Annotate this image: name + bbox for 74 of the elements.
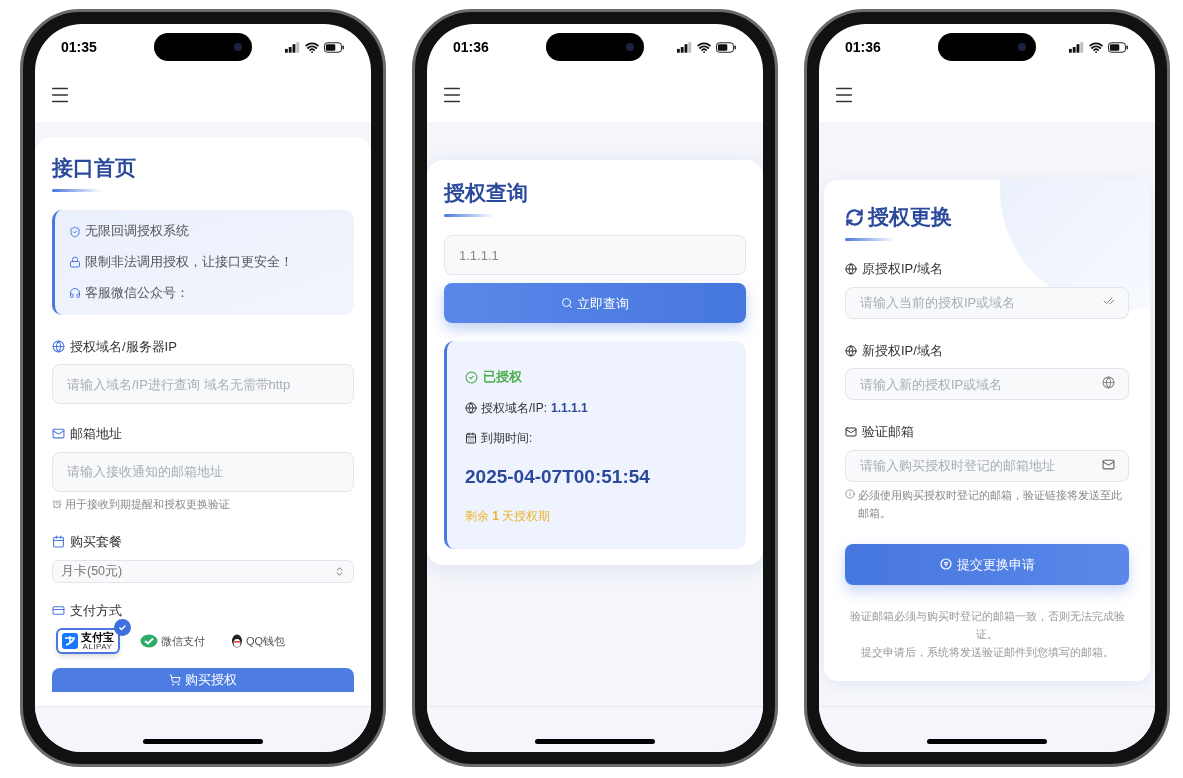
status-time: 01:36 xyxy=(453,37,490,57)
battery-icon xyxy=(1108,41,1129,53)
page-title: 授权更换 xyxy=(868,204,952,230)
title-underline xyxy=(52,189,102,193)
mail-icon xyxy=(1102,457,1115,471)
signal-icon xyxy=(285,41,301,53)
field-label: 购买套餐 xyxy=(70,533,122,551)
payment-option[interactable]: QQ钱包 xyxy=(225,628,292,654)
status-text: 已授权 xyxy=(483,368,522,387)
status-time: 01:36 xyxy=(845,37,882,57)
check-circle-icon xyxy=(465,370,478,384)
domain-label: 授权域名/IP: xyxy=(481,399,547,417)
field-label: 支付方式 xyxy=(70,601,122,620)
check-badge xyxy=(114,619,131,636)
calendar-icon xyxy=(465,431,477,444)
query-button[interactable]: 立即查询 xyxy=(444,283,746,324)
footer-note: 提交申请后，系统将发送验证邮件到您填写的邮箱。 xyxy=(860,644,1114,660)
text-input[interactable]: 请输入当前的授权IP或域名 xyxy=(845,286,1129,319)
field-label: 验证邮箱 xyxy=(862,423,914,442)
field-label: 授权域名/服务器IP xyxy=(70,337,177,356)
field-label: 原授权IP/域名 xyxy=(862,260,943,279)
field-hint: 用于接收到期提醒和授权更换验证 xyxy=(65,496,230,512)
notice-text: 限制非法调用授权，让接口更安全！ xyxy=(85,254,293,271)
shield-icon xyxy=(69,225,81,238)
field-hint: 必须使用购买授权时登记的邮箱，验证链接将发送至此邮箱。 xyxy=(858,487,1123,521)
text-input[interactable]: 请输入域名/IP进行查询 域名无需带http xyxy=(52,364,354,404)
notice-text: 客服微信公众号： xyxy=(85,284,189,302)
title-underline xyxy=(845,238,895,242)
info-icon xyxy=(845,488,855,499)
mail-icon xyxy=(52,427,65,441)
globe-icon xyxy=(465,401,477,414)
globe-icon xyxy=(52,339,65,353)
globe-icon xyxy=(1102,376,1115,390)
submit-circle-icon xyxy=(939,558,952,571)
battery-icon xyxy=(324,41,345,53)
mail-icon xyxy=(845,426,857,438)
expiry-label: 到期时间: xyxy=(481,429,533,447)
submit-button[interactable]: 提交更换申请 xyxy=(845,543,1129,585)
package-select[interactable]: 月卡(50元) xyxy=(52,559,354,583)
page-title: 授权查询 xyxy=(444,180,528,206)
alarm-icon xyxy=(52,498,62,509)
refresh-icon xyxy=(845,207,864,227)
text-input[interactable]: 请输入购买授权时登记的邮箱地址 xyxy=(845,449,1129,482)
status-time: 01:35 xyxy=(61,37,98,57)
alipay-logo-icon xyxy=(62,633,78,649)
footer-note: 验证邮箱必须与购买时登记的邮箱一致，否则无法完成验证。 xyxy=(848,608,1126,642)
battery-icon xyxy=(716,41,737,53)
page-title: 接口首页 xyxy=(52,155,136,181)
payment-option[interactable]: 支付宝 ALIPAY xyxy=(56,628,120,654)
globe-icon xyxy=(845,263,857,275)
headset-icon xyxy=(69,287,81,300)
globe-icon xyxy=(845,344,857,357)
text-input[interactable]: 请输入接收通知的邮箱地址 xyxy=(52,451,354,492)
expiry-date: 2025-04-07T00:51:54 xyxy=(465,464,651,489)
query-input[interactable]: 1.1.1.1 xyxy=(444,235,746,276)
signal-icon xyxy=(677,41,693,53)
search-icon xyxy=(561,297,573,310)
buy-button[interactable]: 购买授权 xyxy=(52,668,354,692)
cart-icon xyxy=(169,674,181,686)
penguin-icon xyxy=(231,634,243,648)
lock-icon xyxy=(69,256,81,269)
notice-text: 无限回调授权系统 xyxy=(85,223,189,241)
remaining-text: 剩余 1 天授权期 xyxy=(465,508,552,526)
card-icon xyxy=(52,603,65,617)
chat-bubble-icon xyxy=(140,633,158,649)
chevron-icon xyxy=(334,565,345,577)
payment-option[interactable]: 微信支付 xyxy=(134,628,211,654)
signal-icon xyxy=(1069,41,1085,53)
field-label: 邮箱地址 xyxy=(70,425,122,443)
text-input[interactable]: 请输入新的授权IP或域名 xyxy=(845,368,1129,401)
field-label: 新授权IP/域名 xyxy=(862,341,943,360)
domain-value: 1.1.1.1 xyxy=(551,399,588,417)
calendar-icon xyxy=(52,535,65,549)
title-underline xyxy=(444,214,494,218)
